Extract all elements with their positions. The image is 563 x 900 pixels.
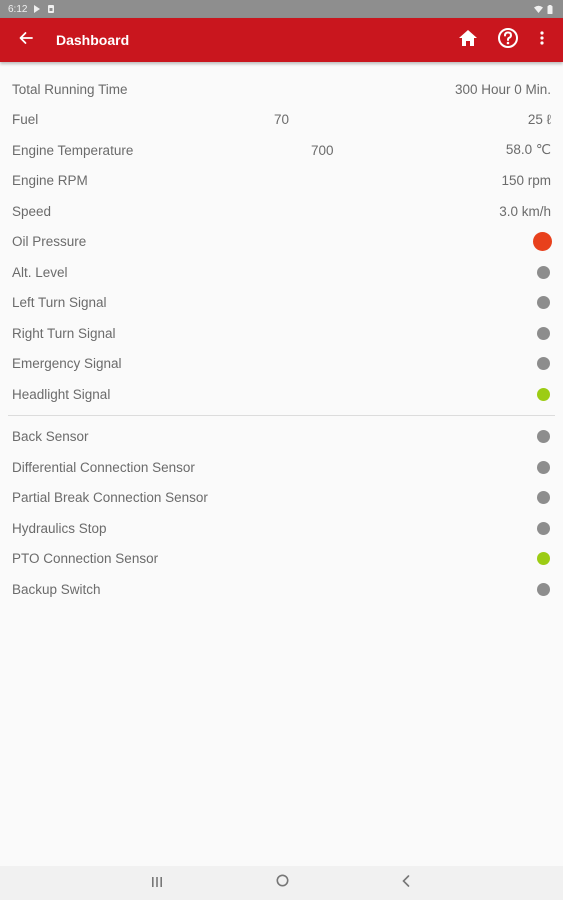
status-time: 6:12 [8, 3, 28, 15]
nav-home-icon [276, 874, 289, 892]
section-divider [8, 414, 555, 416]
reading-row-engine-rpm: Engine RPM 150 rpm [0, 166, 563, 197]
sensor-row-back-sensor: Back Sensor [0, 422, 563, 453]
signal-row-emergency: Emergency Signal [0, 349, 563, 380]
reading-label: Speed [12, 203, 52, 219]
reading-label: Engine RPM [12, 173, 88, 189]
signal-label: Left Turn Signal [12, 295, 107, 311]
reading-mid-value: 700 [311, 142, 334, 158]
sensor-label: PTO Connection Sensor [12, 551, 159, 567]
status-indicator [537, 552, 550, 566]
page-title: Dashboard [56, 32, 130, 48]
wifi-icon [534, 5, 543, 13]
nav-back-button[interactable] [386, 866, 426, 900]
reading-label: Fuel [12, 112, 39, 128]
status-indicator [537, 430, 550, 444]
signal-label: Alt. Level [12, 264, 68, 280]
sensor-row-partial-break: Partial Break Connection Sensor [0, 483, 563, 514]
reading-row-fuel: Fuel 70 25 ℓ [0, 105, 563, 136]
reading-value: 3.0 km/h [499, 203, 551, 219]
status-indicator [537, 296, 550, 310]
signal-row-headlight: Headlight Signal [0, 379, 563, 410]
reading-row-engine-temperature: Engine Temperature 700 58.0 ℃ [0, 135, 563, 166]
signal-label: Right Turn Signal [12, 325, 116, 341]
app-bar: Dashboard [0, 18, 563, 62]
reading-value: 25 ℓ [527, 112, 551, 128]
home-button[interactable] [456, 28, 480, 52]
reading-value: 150 rpm [501, 173, 551, 189]
reading-label: Total Running Time [12, 81, 128, 97]
reading-mid-value: 70 [274, 112, 290, 128]
sim-icon [47, 5, 55, 13]
signal-row-alt-level: Alt. Level [0, 257, 563, 288]
status-indicator [537, 387, 550, 401]
battery-icon [547, 5, 555, 14]
signal-label: Emergency Signal [12, 356, 122, 372]
status-indicator [537, 582, 550, 596]
reading-value: 58.0 ℃ [505, 142, 551, 158]
status-indicator [537, 326, 550, 340]
reading-label: Engine Temperature [12, 142, 134, 158]
sensor-label: Differential Connection Sensor [12, 459, 195, 475]
sensor-row-pto-connection: PTO Connection Sensor [0, 544, 563, 575]
sensor-label: Partial Break Connection Sensor [12, 490, 208, 506]
help-button[interactable] [496, 27, 520, 54]
status-indicator [533, 232, 552, 252]
dashboard-list: Total Running Time 300 Hour 0 Min. Fuel … [0, 74, 563, 605]
signal-label: Oil Pressure [12, 234, 87, 250]
signal-row-left-turn: Left Turn Signal [0, 288, 563, 319]
recents-icon [151, 874, 163, 892]
status-indicator [537, 491, 550, 505]
sensor-row-differential: Differential Connection Sensor [0, 452, 563, 483]
status-indicator [537, 521, 550, 535]
signal-row-oil-pressure: Oil Pressure [0, 227, 563, 258]
reading-row-speed: Speed 3.0 km/h [0, 196, 563, 227]
status-indicator [537, 357, 550, 371]
status-indicator [537, 460, 550, 474]
status-indicator [537, 265, 550, 279]
sensor-label: Backup Switch [12, 581, 101, 597]
more-vert-icon [540, 30, 544, 51]
sensor-label: Hydraulics Stop [12, 520, 107, 536]
back-button[interactable] [15, 29, 37, 51]
more-options-button[interactable] [530, 28, 554, 52]
sensor-label: Back Sensor [12, 429, 89, 445]
play-store-icon [33, 5, 41, 13]
help-icon [497, 27, 519, 54]
nav-home-button[interactable] [262, 866, 302, 900]
arrow-back-icon [19, 31, 33, 50]
nav-back-icon [402, 874, 410, 892]
sensor-row-backup-switch: Backup Switch [0, 574, 563, 605]
status-bar: 6:12 [0, 0, 563, 18]
recents-button[interactable] [137, 866, 177, 900]
home-icon [458, 29, 478, 52]
signal-label: Headlight Signal [12, 386, 111, 402]
reading-row-total-running-time: Total Running Time 300 Hour 0 Min. [0, 74, 563, 105]
sensor-row-hydraulics-stop: Hydraulics Stop [0, 513, 563, 544]
reading-value: 300 Hour 0 Min. [454, 81, 551, 97]
signal-row-right-turn: Right Turn Signal [0, 318, 563, 349]
system-nav-bar [0, 866, 563, 900]
